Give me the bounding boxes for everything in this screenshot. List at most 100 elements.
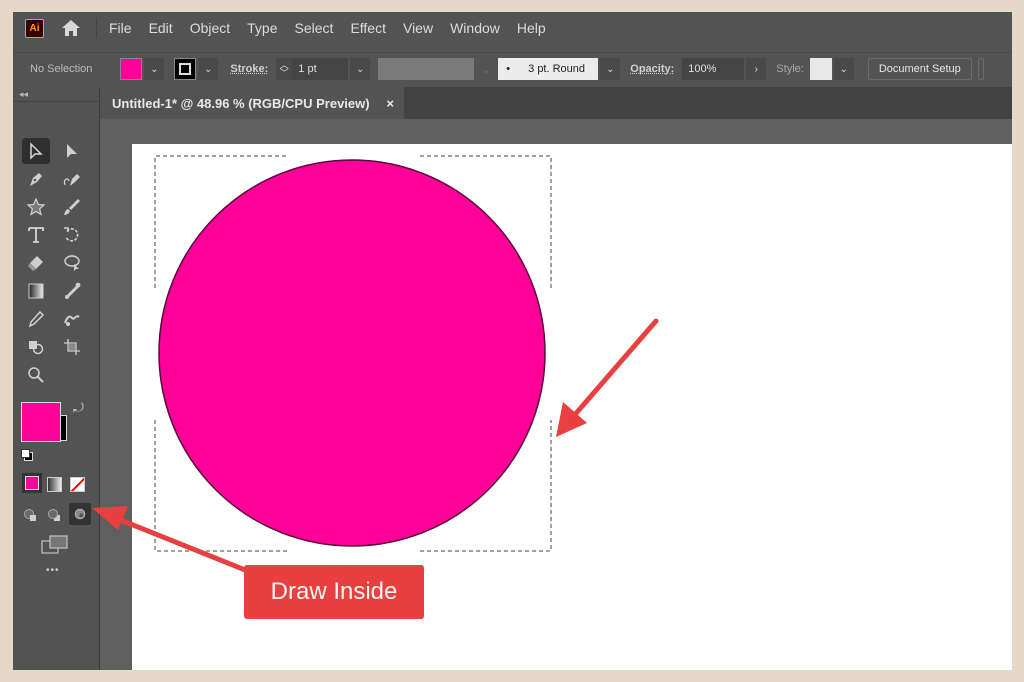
opacity-field[interactable]: 100% (682, 58, 745, 80)
selection-tool[interactable] (22, 138, 50, 164)
stroke-swatch[interactable] (174, 58, 197, 80)
collapse-panel-icon[interactable]: ◂◂ (19, 89, 28, 100)
style-dropdown[interactable]: ⌄ (833, 58, 854, 80)
preferences-button[interactable] (977, 58, 984, 80)
selection-status: No Selection (30, 63, 93, 75)
shape-builder-tool[interactable] (22, 334, 50, 360)
swap-fill-stroke-icon[interactable]: ⤾ (73, 400, 84, 416)
brush-definition-field[interactable]: • 3 pt. Round (498, 58, 599, 80)
tools-panel: ◂◂ ⤾ ••• (13, 87, 100, 670)
close-icon[interactable]: × (386, 96, 394, 111)
stroke-weight-field[interactable]: 1 pt (292, 58, 349, 80)
stroke-weight-stepper[interactable]: ︿ ﹀ (276, 58, 293, 80)
none-mode-button[interactable] (70, 477, 85, 492)
opacity-expand[interactable]: › (746, 58, 767, 80)
menu-view[interactable]: View (403, 20, 433, 36)
rotate-tool[interactable] (58, 222, 86, 248)
blend-tool[interactable] (58, 306, 86, 332)
change-screen-mode-button[interactable] (41, 534, 69, 556)
opacity-label[interactable]: Opacity: (630, 63, 674, 75)
eraser-icon (28, 256, 43, 271)
document-tab-title: Untitled-1* @ 48.96 % (RGB/CPU Preview) (112, 95, 370, 111)
color-icon (25, 476, 39, 490)
chevron-down-icon: ⌄ (150, 63, 159, 75)
type-icon (28, 227, 44, 243)
menu-object[interactable]: Object (190, 20, 230, 36)
variable-width-profile[interactable] (378, 58, 475, 80)
type-tool[interactable] (22, 222, 50, 248)
menu-file[interactable]: File (109, 20, 132, 36)
illustrator-window: Ai File Edit Object Type Select Effect V… (13, 12, 1012, 670)
document-tab[interactable]: Untitled-1* @ 48.96 % (RGB/CPU Preview) … (100, 87, 404, 119)
paintbrush-icon (64, 199, 80, 215)
draw-inside-callout: Draw Inside (244, 565, 424, 619)
menu-window[interactable]: Window (450, 20, 500, 36)
chevron-down-icon: ⌄ (606, 63, 615, 75)
pen-icon (30, 173, 42, 186)
home-icon[interactable] (60, 17, 82, 39)
eraser-tool[interactable] (22, 250, 50, 276)
document-setup-button[interactable]: Document Setup (867, 58, 972, 80)
document-tab-bar: Untitled-1* @ 48.96 % (RGB/CPU Preview) … (100, 87, 1012, 119)
star-icon (26, 197, 46, 216)
app-logo: Ai (25, 18, 44, 38)
brush-dot-icon: • (506, 63, 511, 75)
brush-dropdown[interactable]: ⌄ (600, 58, 621, 80)
gradient-tool[interactable] (22, 278, 50, 304)
draw-behind-icon (48, 509, 60, 521)
draw-normal-button[interactable] (23, 507, 39, 523)
lasso-icon (64, 255, 80, 271)
star-tool[interactable] (22, 194, 50, 220)
panel-gripper[interactable] (13, 101, 99, 102)
none-slash-icon (71, 478, 84, 491)
draw-normal-icon (24, 509, 36, 521)
menu-effect[interactable]: Effect (350, 20, 386, 36)
artboard-tool[interactable] (58, 334, 86, 360)
direct-selection-icon (67, 144, 77, 158)
menu-edit[interactable]: Edit (149, 20, 173, 36)
puppet-warp-tool[interactable] (58, 278, 86, 304)
edit-toolbar-icon[interactable]: ••• (46, 565, 60, 576)
stroke-swatch-glyph (179, 63, 192, 75)
rotate-icon (64, 227, 79, 242)
style-label: Style: (776, 63, 804, 75)
fill-color-box[interactable] (21, 402, 61, 442)
brush-definition-value: 3 pt. Round (528, 63, 586, 75)
artboard-icon (64, 339, 80, 355)
pen-tool[interactable] (22, 166, 50, 192)
gradient-mode-button[interactable] (47, 477, 62, 492)
chevron-right-icon: › (754, 63, 758, 75)
fill-dropdown[interactable]: ⌄ (144, 58, 165, 80)
canvas-area[interactable] (100, 119, 1012, 670)
eyedropper-icon (28, 310, 45, 328)
default-colors-icon[interactable] (21, 449, 33, 461)
curvature-tool[interactable] (58, 166, 86, 192)
fill-swatch[interactable] (120, 58, 143, 80)
puppet-warp-icon (64, 282, 81, 300)
chevron-down-icon: ⌄ (356, 63, 365, 75)
curvature-pen-icon (63, 174, 80, 186)
blend-icon (64, 315, 80, 326)
control-bar: No Selection ⌄ ⌄ Stroke: ︿ ﹀ 1 pt ⌄ ⌄ • 3… (13, 52, 1012, 85)
color-mode-button[interactable] (22, 473, 42, 493)
direct-selection-tool[interactable] (58, 138, 86, 164)
gradient-icon (28, 283, 44, 299)
draw-inside-icon (74, 508, 86, 520)
menu-type[interactable]: Type (247, 20, 277, 36)
lasso-tool[interactable] (58, 250, 86, 276)
stroke-label[interactable]: Stroke: (230, 63, 268, 75)
zoom-tool[interactable] (22, 362, 50, 388)
magnifier-icon (28, 367, 44, 383)
stroke-dropdown[interactable]: ⌄ (198, 58, 219, 80)
eyedropper-tool[interactable] (22, 306, 50, 332)
draw-behind-button[interactable] (47, 507, 63, 523)
stroke-weight-dropdown[interactable]: ⌄ (350, 58, 371, 80)
chevron-down-icon: ⌄ (204, 63, 213, 75)
selection-arrow-icon (30, 142, 43, 160)
menu-help[interactable]: Help (517, 20, 546, 36)
paintbrush-tool[interactable] (58, 194, 86, 220)
graphic-style-swatch[interactable] (809, 58, 832, 80)
menu-select[interactable]: Select (295, 20, 334, 36)
variable-width-dropdown[interactable]: ⌄ (474, 58, 498, 80)
draw-inside-button[interactable] (69, 503, 91, 525)
